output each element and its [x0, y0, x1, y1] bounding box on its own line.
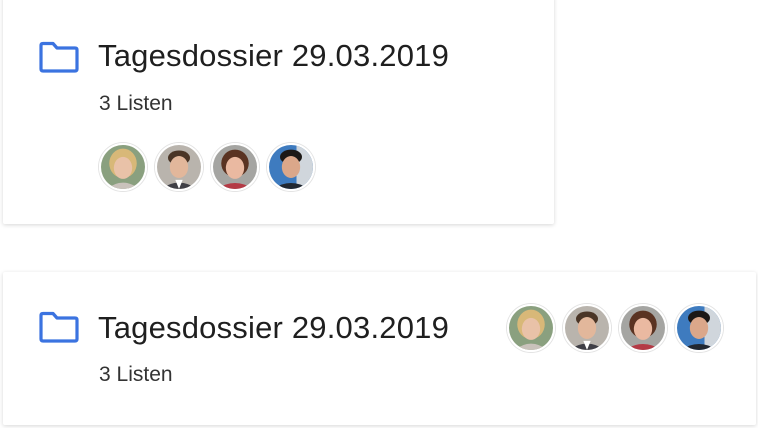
- dossier-title[interactable]: Tagesdossier 29.03.2019: [98, 310, 449, 346]
- folder-icon: [38, 40, 80, 74]
- dossier-list: Tagesdossier 29.03.2019 3 Listen Tagesdo…: [0, 0, 758, 428]
- dossier-title[interactable]: Tagesdossier 29.03.2019: [98, 38, 449, 74]
- avatar-3[interactable]: [619, 304, 667, 352]
- dossier-card[interactable]: Tagesdossier 29.03.2019 3 Listen: [3, 272, 756, 425]
- avatar-2[interactable]: [155, 143, 203, 191]
- folder-icon: [38, 310, 80, 344]
- dossier-list-count: 3 Listen: [99, 92, 173, 115]
- avatar-2[interactable]: [563, 304, 611, 352]
- avatar-4[interactable]: [675, 304, 723, 352]
- avatar-1[interactable]: [507, 304, 555, 352]
- dossier-list-count: 3 Listen: [99, 363, 173, 386]
- avatar-1[interactable]: [99, 143, 147, 191]
- member-avatars: [99, 143, 315, 191]
- avatar-4[interactable]: [267, 143, 315, 191]
- avatar-3[interactable]: [211, 143, 259, 191]
- member-avatars: [507, 304, 723, 352]
- dossier-card[interactable]: Tagesdossier 29.03.2019 3 Listen: [3, 0, 554, 224]
